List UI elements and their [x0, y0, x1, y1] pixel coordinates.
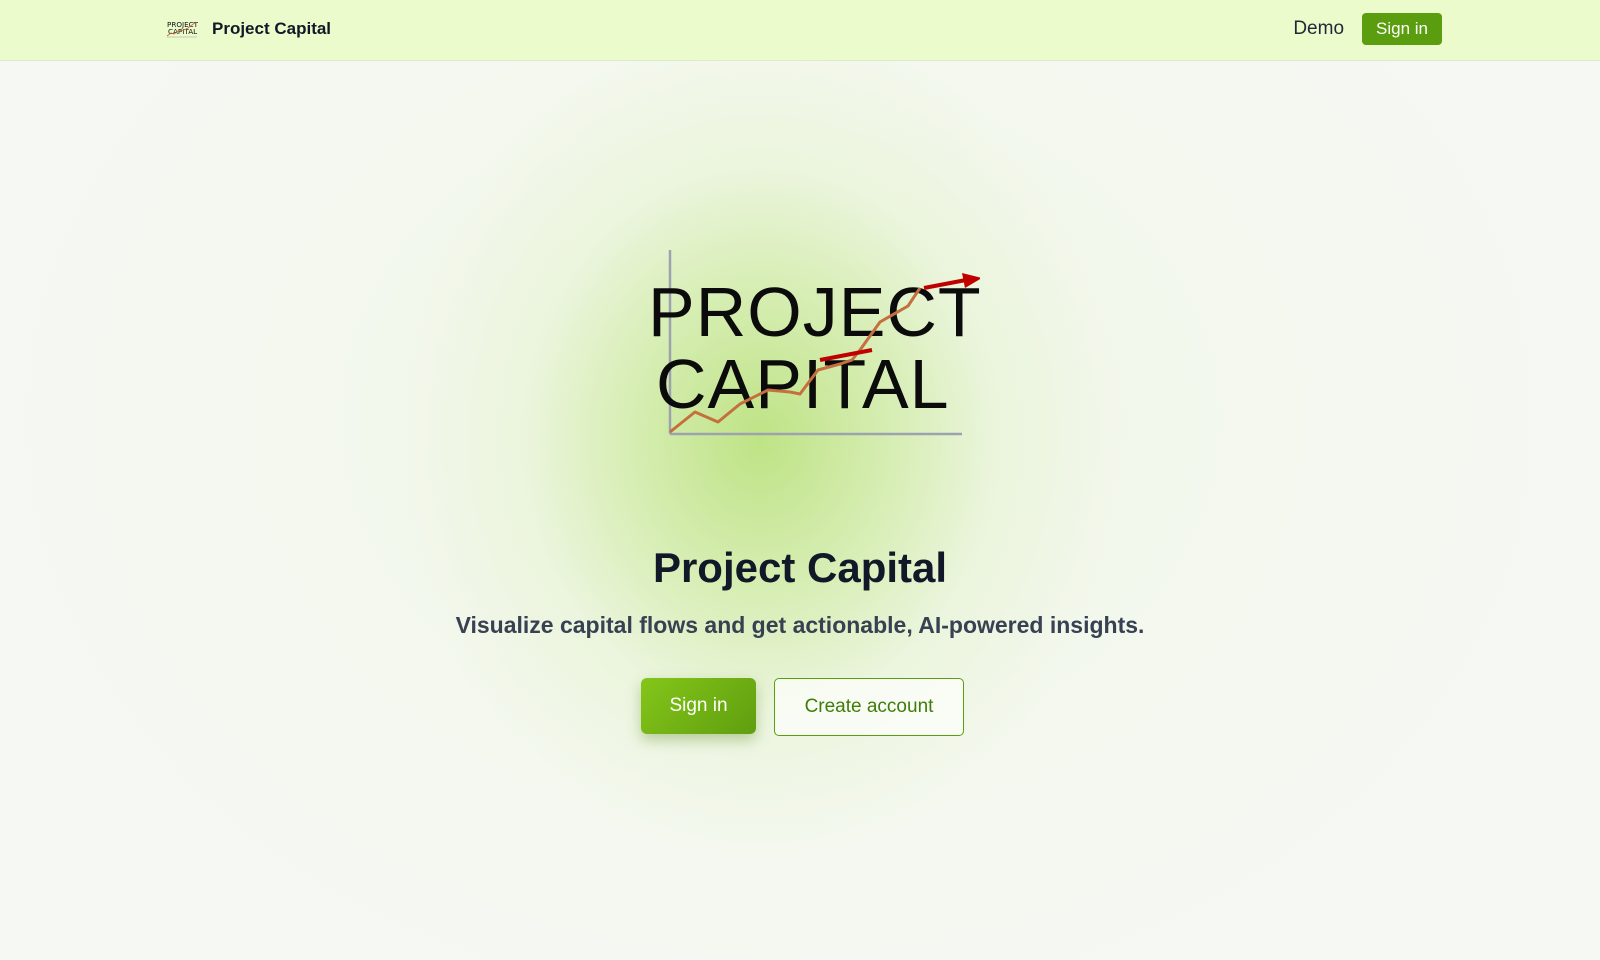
logo-line1: PROJECT — [648, 273, 980, 351]
nav-right: Demo Sign in — [1293, 13, 1442, 45]
cta-buttons: Sign in Create account — [641, 678, 964, 736]
brand-name[interactable]: Project Capital — [212, 19, 331, 39]
logo-line2: CAPITAL — [656, 345, 950, 423]
brand-logo-icon: PROJECT CAPITAL — [166, 20, 199, 38]
nav-sign-in-button[interactable]: Sign in — [1362, 13, 1442, 45]
hero-subtitle: Visualize capital flows and get actionab… — [455, 612, 1145, 638]
hero-title: Project Capital — [652, 544, 948, 591]
hero-sign-in-button[interactable]: Sign in — [641, 678, 756, 734]
demo-link[interactable]: Demo — [1293, 18, 1344, 40]
create-account-button[interactable]: Create account — [774, 678, 964, 736]
brand-logo-line2: CAPITAL — [168, 27, 197, 36]
brand[interactable]: PROJECT CAPITAL Project Capital — [166, 16, 331, 42]
top-nav-bar: PROJECT CAPITAL Project Capital Demo Sig… — [0, 0, 1600, 61]
project-capital-logo: PROJECT CAPITAL — [648, 250, 980, 436]
hero-logo: PROJECT CAPITAL — [640, 242, 980, 442]
